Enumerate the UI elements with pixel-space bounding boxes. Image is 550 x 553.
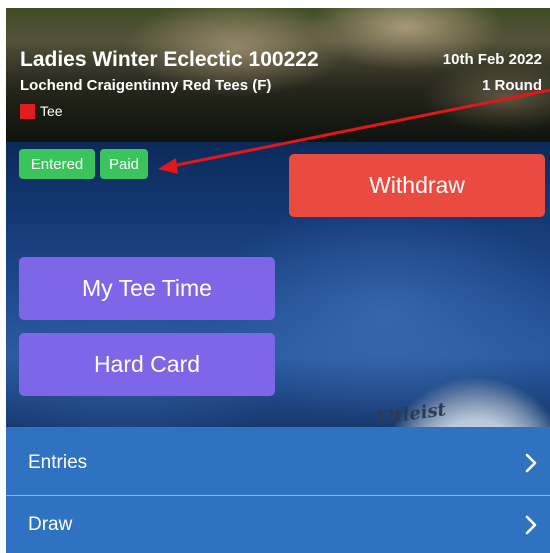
chevron-right-icon (525, 515, 537, 534)
chevron-right-icon (525, 453, 537, 472)
competition-date: 10th Feb 2022 (442, 51, 542, 68)
paid-badge: Paid (100, 149, 148, 179)
competition-title: Ladies Winter Eclectic 100222 (20, 48, 319, 71)
tee-indicator: Tee (20, 103, 63, 119)
menu-item-entries[interactable]: Entries (6, 427, 550, 498)
my-tee-time-button[interactable]: My Tee Time (19, 257, 275, 320)
entered-badge: Entered (19, 149, 95, 179)
menu-item-label: Entries (28, 451, 88, 473)
menu-item-draw[interactable]: Draw (6, 496, 550, 553)
round-count: 1 Round (482, 77, 542, 94)
header-photo (6, 8, 550, 142)
tee-label: Tee (40, 103, 63, 119)
competition-screen: Ladies Winter Eclectic 100222 Lochend Cr… (6, 8, 550, 553)
tee-color-swatch (20, 103, 35, 119)
hard-card-button[interactable]: Hard Card (19, 333, 275, 396)
ball-brand-text: Titleist (372, 399, 448, 430)
course-name: Lochend Craigentinny Red Tees (F) (20, 77, 272, 94)
withdraw-button[interactable]: Withdraw (289, 154, 545, 217)
menu-item-label: Draw (28, 513, 73, 535)
